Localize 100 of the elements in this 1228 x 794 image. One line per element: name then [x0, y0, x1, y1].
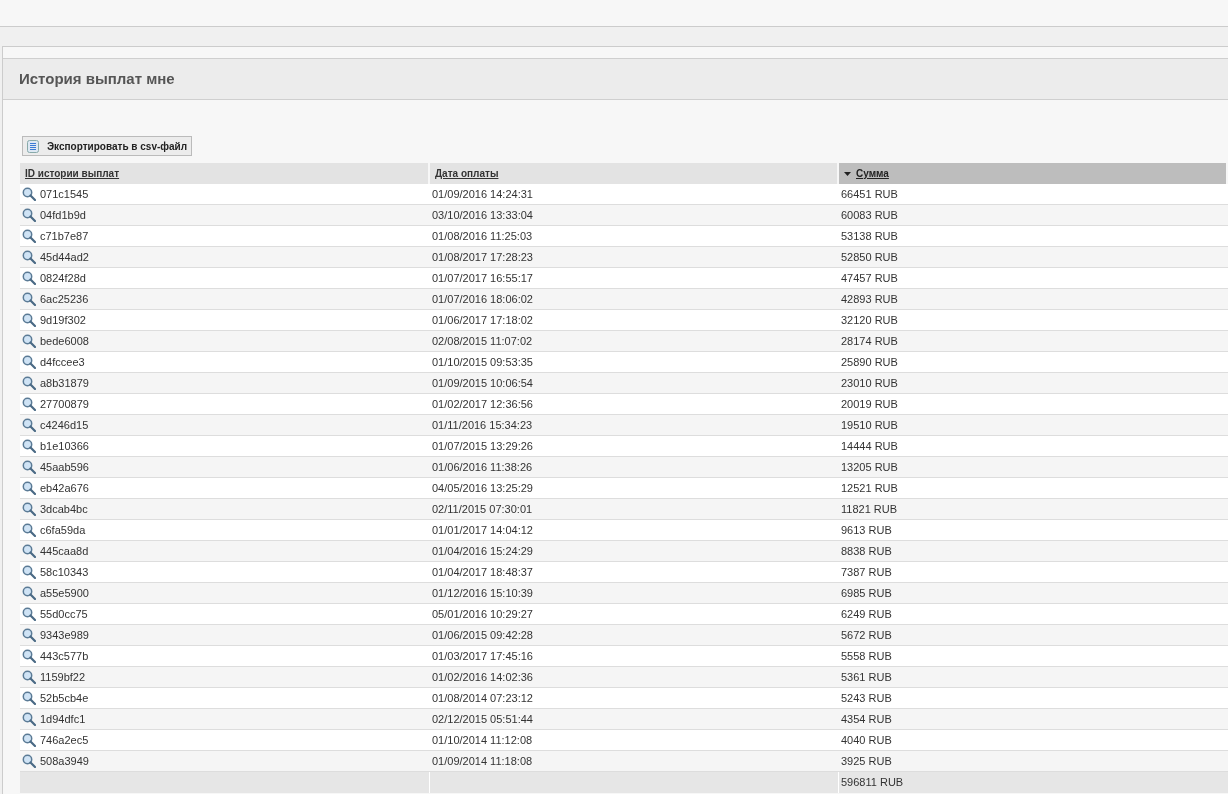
- table-cell-text: 01/07/2016 18:06:02: [432, 291, 533, 307]
- table-cell-text: 01/06/2016 11:38:26: [432, 459, 533, 475]
- search-icon[interactable]: [22, 502, 36, 516]
- search-icon[interactable]: [22, 691, 36, 705]
- table-cell[interactable]: d4fccee3: [40, 353, 85, 371]
- search-icon[interactable]: [22, 229, 36, 243]
- search-icon[interactable]: [22, 334, 36, 348]
- table-cell-text: 01/07/2015 13:29:26: [432, 438, 533, 454]
- table-cell[interactable]: 9343e989: [40, 626, 89, 644]
- search-icon[interactable]: [22, 313, 36, 327]
- table-cell[interactable]: 0824f28d: [40, 269, 86, 287]
- search-icon[interactable]: [22, 481, 36, 495]
- search-icon[interactable]: [22, 565, 36, 579]
- table-cell-text: 42893 RUB: [841, 291, 898, 307]
- search-icon[interactable]: [22, 439, 36, 453]
- table-cell[interactable]: 9d19f302: [40, 311, 86, 329]
- table-cell-text: 01/09/2015 10:06:54: [432, 375, 533, 391]
- table-cell-text: 5361 RUB: [841, 669, 892, 685]
- column-header[interactable]: ID истории выплат: [20, 163, 430, 184]
- table-cell[interactable]: 52b5cb4e: [40, 689, 89, 707]
- table-cell[interactable]: 58c10343: [40, 563, 89, 581]
- search-icon[interactable]: [22, 250, 36, 264]
- table-cell-text: 5558 RUB: [841, 648, 892, 664]
- table-cell-text: 5243 RUB: [841, 690, 892, 706]
- table-cell[interactable]: 04fd1b9d: [40, 206, 86, 224]
- table-cell-text: 01/02/2016 14:02:36: [432, 669, 533, 685]
- search-icon[interactable]: [22, 208, 36, 222]
- search-icon[interactable]: [22, 649, 36, 663]
- search-icon[interactable]: [22, 670, 36, 684]
- search-icon[interactable]: [22, 607, 36, 621]
- table-cell-text: 20019 RUB: [841, 396, 898, 412]
- search-icon[interactable]: [22, 460, 36, 474]
- table-cell[interactable]: c6fa59da: [40, 521, 86, 539]
- table-cell-text: 01/04/2016 15:24:29: [432, 543, 533, 559]
- export-button[interactable]: Экспортировать в csv-файл: [22, 136, 193, 156]
- table-cell-text: 13205 RUB: [841, 459, 898, 475]
- table-cell-text: 01/02/2017 12:36:56: [432, 396, 533, 412]
- table-cell[interactable]: 55d0cc75: [40, 605, 88, 623]
- table-cell[interactable]: 6ac25236: [40, 290, 89, 308]
- table-cell-text: 32120 RUB: [841, 312, 898, 328]
- table-cell[interactable]: a55e5900: [40, 584, 89, 602]
- table-cell[interactable]: 1159bf22: [40, 668, 86, 686]
- search-icon[interactable]: [22, 418, 36, 432]
- table-cell-text: 01/04/2017 18:48:37: [432, 564, 533, 580]
- search-icon[interactable]: [22, 733, 36, 747]
- column-header[interactable]: Дата оплаты: [430, 163, 839, 184]
- table-cell-text: 02/08/2015 11:07:02: [432, 333, 533, 349]
- table-cell-text: 01/11/2016 15:34:23: [432, 417, 533, 433]
- column-header[interactable]: Сумма: [839, 163, 1228, 184]
- table-cell-text: 7387 RUB: [841, 564, 892, 580]
- table-cell[interactable]: bede6008: [40, 332, 89, 350]
- search-icon[interactable]: [22, 712, 36, 726]
- search-icon[interactable]: [22, 271, 36, 285]
- table-cell-text: 01/03/2017 17:45:16: [432, 648, 533, 664]
- table-cell-text: 6249 RUB: [841, 606, 892, 622]
- search-icon[interactable]: [22, 523, 36, 537]
- table-cell-text: 9613 RUB: [841, 522, 892, 538]
- search-icon[interactable]: [22, 628, 36, 642]
- table-cell[interactable]: 443c577b: [40, 647, 89, 665]
- search-icon[interactable]: [22, 544, 36, 558]
- table-cell-text: 25890 RUB: [841, 354, 898, 370]
- table-cell-text: 4354 RUB: [841, 711, 892, 727]
- table-cell-text: 05/01/2016 10:29:27: [432, 606, 533, 622]
- table-cell-text: 4040 RUB: [841, 732, 892, 748]
- table-cell[interactable]: 3dcab4bc: [40, 500, 88, 518]
- table-cell[interactable]: a8b31879: [40, 374, 89, 392]
- panel-title: История выплат мне: [19, 68, 175, 89]
- table-cell[interactable]: 071c1545: [40, 185, 89, 203]
- table-cell-text: 11821 RUB: [841, 501, 898, 517]
- search-icon[interactable]: [22, 586, 36, 600]
- search-icon[interactable]: [22, 397, 36, 411]
- table-cell[interactable]: 27700879: [40, 395, 89, 413]
- table-cell-text: 01/09/2016 14:24:31: [432, 186, 533, 202]
- table-cell[interactable]: b1e10366: [40, 437, 89, 455]
- table-cell[interactable]: 508a3949: [40, 752, 89, 770]
- table-cell-text: 01/06/2017 17:18:02: [432, 312, 533, 328]
- table-cell-text: 01/07/2017 16:55:17: [432, 270, 533, 286]
- table-cell[interactable]: 445caa8d: [40, 542, 89, 560]
- table-cell-text: 01/01/2017 14:04:12: [432, 522, 533, 538]
- table-cell-text: 6985 RUB: [841, 585, 892, 601]
- table-cell-text: 03/10/2016 13:33:04: [432, 207, 533, 223]
- table-cell[interactable]: c4246d15: [40, 416, 89, 434]
- search-icon[interactable]: [22, 754, 36, 768]
- table-cell[interactable]: c71b7e87: [40, 227, 89, 245]
- table-cell[interactable]: 45aab596: [40, 458, 89, 476]
- table-cell[interactable]: 1d94dfc1: [40, 710, 86, 728]
- search-icon[interactable]: [22, 376, 36, 390]
- table-cell-text: 53138 RUB: [841, 228, 898, 244]
- table-cell[interactable]: eb42a676: [40, 479, 89, 497]
- table-cell-text: 02/11/2015 07:30:01: [432, 501, 533, 517]
- table-cell-text: 28174 RUB: [841, 333, 898, 349]
- search-icon[interactable]: [22, 292, 36, 306]
- search-icon[interactable]: [22, 355, 36, 369]
- table-cell-text: 8838 RUB: [841, 543, 892, 559]
- table-cell[interactable]: 746a2ec5: [40, 731, 89, 749]
- table-cell-text: 01/12/2016 15:10:39: [432, 585, 533, 601]
- table-cell-text: 60083 RUB: [841, 207, 898, 223]
- table-cell-text: 47457 RUB: [841, 270, 898, 286]
- search-icon[interactable]: [22, 187, 36, 201]
- table-cell[interactable]: 45d44ad2: [40, 248, 89, 266]
